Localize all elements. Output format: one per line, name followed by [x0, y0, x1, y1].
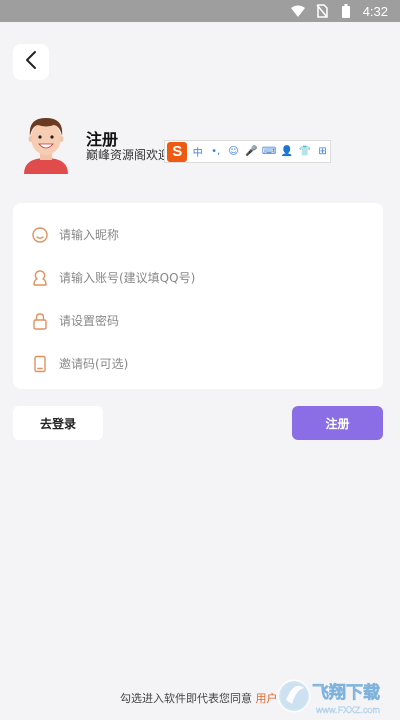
agreement-label: 勾选进入软件即代表您同意: [120, 692, 252, 705]
register-button[interactable]: 注册: [292, 406, 383, 440]
password-row: [13, 301, 383, 341]
chevron-left-icon: [24, 50, 38, 74]
watermark-text: 飞翔下载: [312, 682, 380, 703]
ime-chinese-mode[interactable]: 中: [190, 144, 205, 159]
emoji-icon[interactable]: ☺: [226, 146, 241, 157]
invite-code-input[interactable]: [59, 351, 359, 377]
shirt-icon[interactable]: 👕: [297, 146, 312, 157]
no-sim-icon: [315, 4, 329, 18]
microphone-icon[interactable]: 🎤: [244, 146, 259, 157]
wifi-icon: [290, 4, 305, 18]
avatar: [18, 114, 74, 174]
phone-icon: [31, 355, 49, 373]
keyboard-icon[interactable]: ⌨: [262, 146, 277, 157]
watermark-logo: 飞翔下载 www.FXXZ.com: [276, 672, 400, 720]
nickname-input[interactable]: [59, 222, 359, 248]
user-agreement-link[interactable]: 用户: [256, 692, 278, 705]
watermark-url: www.FXXZ.com: [315, 705, 380, 715]
smiley-icon: [31, 226, 49, 244]
invite-row: [13, 344, 383, 384]
lock-icon: [31, 312, 49, 330]
ime-punctuation[interactable]: •,: [208, 146, 223, 157]
back-button[interactable]: [13, 44, 49, 80]
welcome-subtitle: 巅峰资源阁欢迎: [86, 148, 171, 162]
status-bar: 4:32: [0, 0, 400, 22]
password-input[interactable]: [59, 308, 359, 334]
grid-icon[interactable]: ⊞: [315, 146, 330, 157]
account-input[interactable]: [59, 265, 359, 291]
agreement-text: 勾选进入软件即代表您同意 用户: [120, 690, 278, 706]
battery-icon: [339, 4, 353, 18]
register-form: [13, 203, 383, 389]
user-icon: [31, 269, 49, 287]
ime-logo[interactable]: S: [167, 141, 188, 162]
account-row: [13, 258, 383, 298]
user-icon[interactable]: 👤: [280, 146, 295, 157]
nickname-row: [13, 215, 383, 255]
ime-toolbar: S 中 •, ☺ 🎤 ⌨ 👤 👕 ⊞: [164, 140, 331, 163]
go-login-button[interactable]: 去登录: [13, 406, 103, 440]
clock: 4:32: [362, 3, 388, 19]
